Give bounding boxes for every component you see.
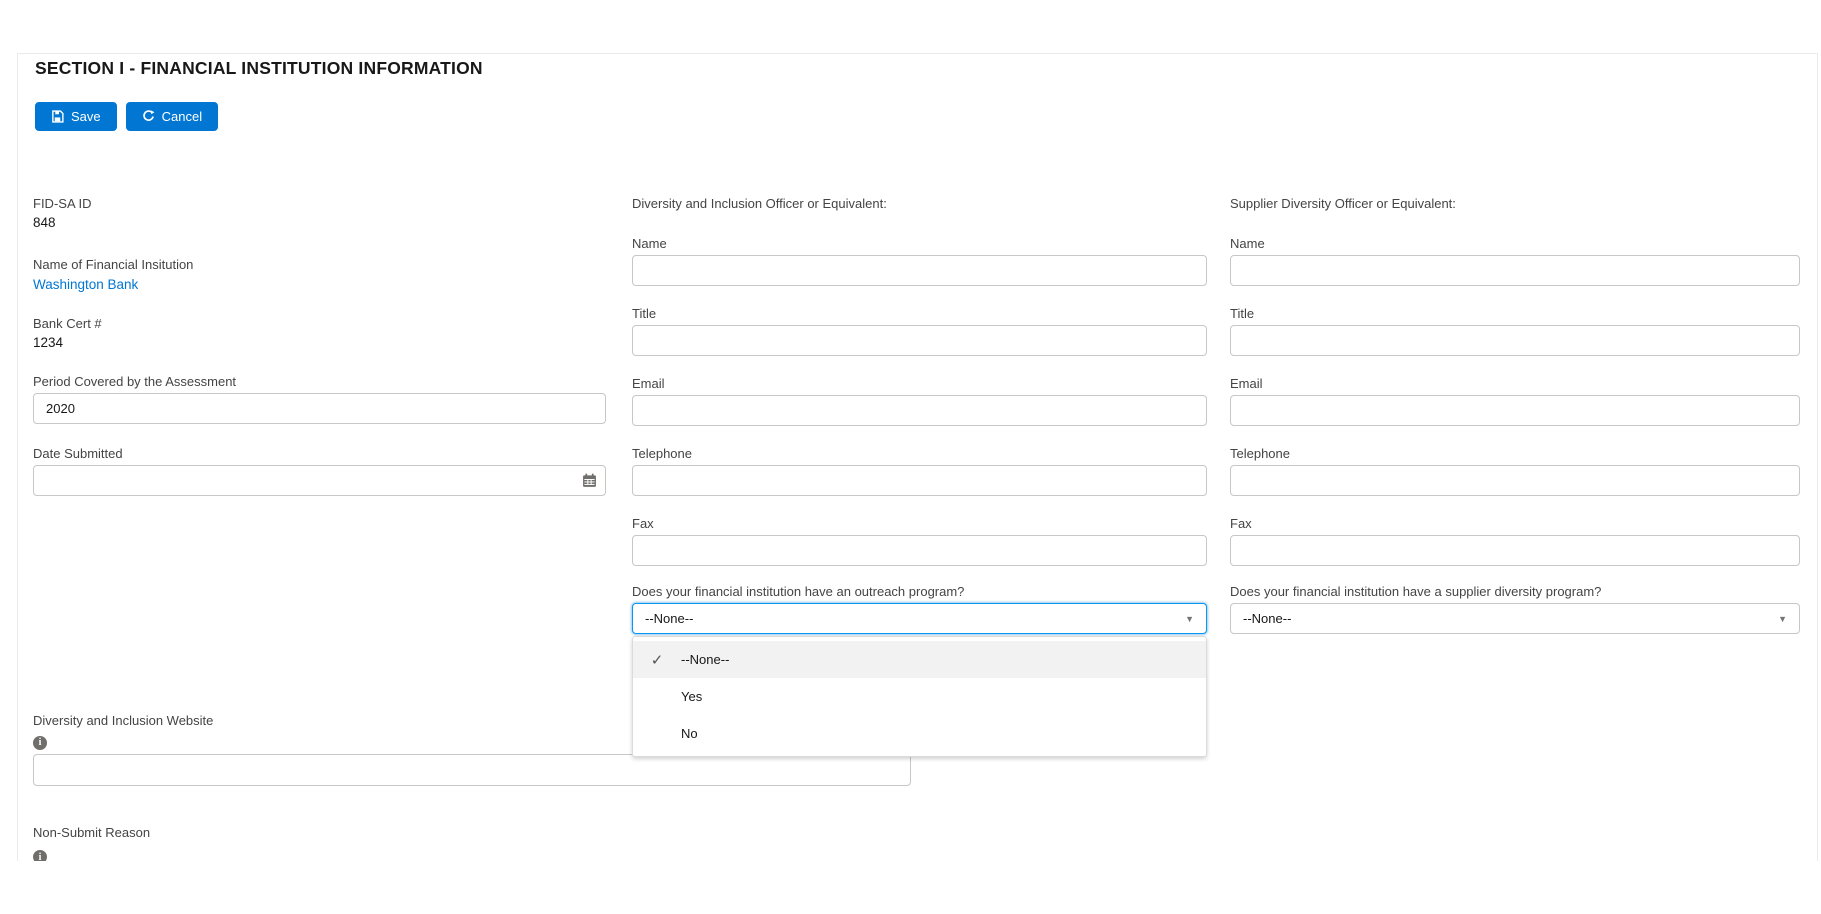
fid-sa-id-value: 848 <box>33 215 606 230</box>
refresh-icon <box>142 110 155 123</box>
institution-name-link[interactable]: Washington Bank <box>33 277 138 292</box>
outreach-program-label: Does your financial institution have an … <box>632 584 1207 599</box>
date-submitted-label: Date Submitted <box>33 446 606 461</box>
institution-name-label: Name of Financial Insitution <box>33 257 606 272</box>
supplier-diversity-program-combobox[interactable]: --None-- ▼ <box>1230 603 1800 634</box>
sd-fax-input[interactable] <box>1230 535 1800 566</box>
field-di-fax: Fax <box>632 516 1207 566</box>
dropdown-option-label: Yes <box>681 689 702 704</box>
field-non-submit-reason: Non-Submit Reason i <box>33 825 606 861</box>
diversity-website-input[interactable] <box>33 754 911 786</box>
non-submit-reason-label: Non-Submit Reason <box>33 825 606 840</box>
dropdown-option-label: --None-- <box>681 652 729 667</box>
outreach-program-value: --None-- <box>645 611 693 626</box>
info-icon[interactable]: i <box>33 736 47 750</box>
field-sd-title: Title <box>1230 306 1800 356</box>
field-period-covered: Period Covered by the Assessment <box>33 374 606 424</box>
field-date-submitted: Date Submitted <box>33 446 606 496</box>
calendar-icon[interactable] <box>581 473 597 489</box>
check-icon: ✓ <box>633 651 681 669</box>
di-fax-input[interactable] <box>632 535 1207 566</box>
dropdown-option-yes[interactable]: Yes <box>633 678 1206 715</box>
di-fax-label: Fax <box>632 516 1207 531</box>
supplier-officer-header: Supplier Diversity Officer or Equivalent… <box>1230 196 1800 211</box>
field-di-title: Title <box>632 306 1207 356</box>
cancel-button[interactable]: Cancel <box>126 102 218 131</box>
period-covered-label: Period Covered by the Assessment <box>33 374 606 389</box>
section-card: SECTION I - FINANCIAL INSTITUTION INFORM… <box>17 53 1818 861</box>
date-submitted-input[interactable] <box>33 465 606 496</box>
supplier-diversity-program-label: Does your financial institution have a s… <box>1230 584 1800 599</box>
di-email-input[interactable] <box>632 395 1207 426</box>
supplier-diversity-program-value: --None-- <box>1243 611 1291 626</box>
fid-sa-id-label: FID-SA ID <box>33 196 606 211</box>
sd-title-input[interactable] <box>1230 325 1800 356</box>
toolbar: Save Cancel <box>35 102 218 131</box>
field-fid-sa-id: FID-SA ID 848 <box>33 196 606 230</box>
diversity-officer-header: Diversity and Inclusion Officer or Equiv… <box>632 196 1207 211</box>
field-outreach-program: Does your financial institution have an … <box>632 584 1207 634</box>
field-di-name: Name <box>632 236 1207 286</box>
di-name-label: Name <box>632 236 1207 251</box>
field-di-telephone: Telephone <box>632 446 1207 496</box>
di-email-label: Email <box>632 376 1207 391</box>
bank-cert-label: Bank Cert # <box>33 316 606 331</box>
save-button[interactable]: Save <box>35 102 117 131</box>
bank-cert-value: 1234 <box>33 335 606 350</box>
sd-email-label: Email <box>1230 376 1800 391</box>
page-title: SECTION I - FINANCIAL INSTITUTION INFORM… <box>35 58 483 79</box>
di-telephone-label: Telephone <box>632 446 1207 461</box>
info-icon[interactable]: i <box>33 850 47 861</box>
sd-telephone-label: Telephone <box>1230 446 1800 461</box>
di-title-input[interactable] <box>632 325 1207 356</box>
sd-name-input[interactable] <box>1230 255 1800 286</box>
sd-name-label: Name <box>1230 236 1800 251</box>
period-covered-input[interactable] <box>33 393 606 424</box>
di-name-input[interactable] <box>632 255 1207 286</box>
field-sd-email: Email <box>1230 376 1800 426</box>
save-icon <box>51 110 64 123</box>
sd-email-input[interactable] <box>1230 395 1800 426</box>
sd-title-label: Title <box>1230 306 1800 321</box>
di-telephone-input[interactable] <box>632 465 1207 496</box>
field-sd-fax: Fax <box>1230 516 1800 566</box>
field-bank-cert: Bank Cert # 1234 <box>33 316 606 350</box>
field-institution-name: Name of Financial Insitution Washington … <box>33 257 606 294</box>
field-supplier-diversity-program: Does your financial institution have a s… <box>1230 584 1800 634</box>
field-sd-name: Name <box>1230 236 1800 286</box>
field-sd-telephone: Telephone <box>1230 446 1800 496</box>
chevron-down-icon: ▼ <box>1185 614 1194 624</box>
cancel-button-label: Cancel <box>162 109 202 124</box>
dropdown-option-no[interactable]: No <box>633 715 1206 752</box>
save-button-label: Save <box>71 109 101 124</box>
chevron-down-icon: ▼ <box>1778 614 1787 624</box>
outreach-program-dropdown: ✓ --None-- Yes No <box>632 636 1207 757</box>
dropdown-option-label: No <box>681 726 698 741</box>
sd-fax-label: Fax <box>1230 516 1800 531</box>
sd-telephone-input[interactable] <box>1230 465 1800 496</box>
field-di-email: Email <box>632 376 1207 426</box>
outreach-program-combobox[interactable]: --None-- ▼ <box>632 603 1207 634</box>
dropdown-option-none[interactable]: ✓ --None-- <box>633 641 1206 678</box>
di-title-label: Title <box>632 306 1207 321</box>
